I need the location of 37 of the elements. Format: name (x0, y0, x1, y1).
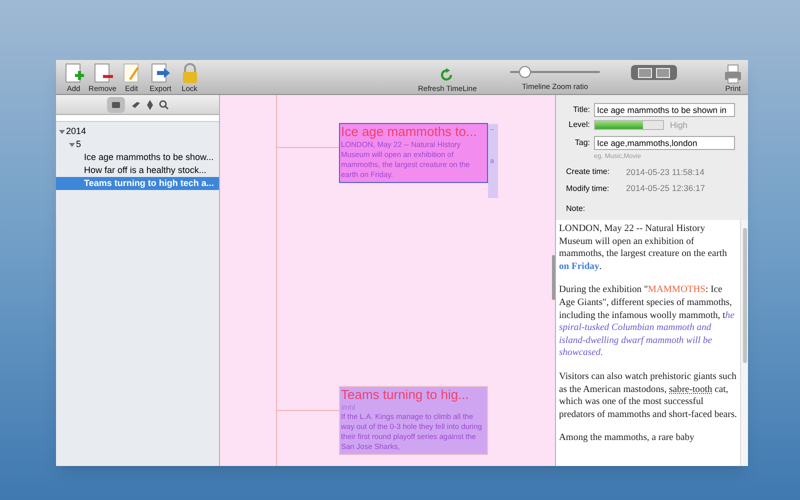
tree-item[interactable]: How far off is a healthy stock... (56, 164, 219, 177)
page-arrow-icon (150, 62, 172, 84)
card-title: Teams turning to hig... (341, 387, 470, 403)
notes-tab-icon[interactable] (106, 96, 124, 112)
slider-thumb[interactable] (519, 66, 532, 78)
printer-icon (724, 64, 742, 84)
card-title: Ice age mammoths to... (341, 124, 478, 140)
zoom-slider[interactable] (510, 66, 600, 78)
page-minus-icon (92, 62, 114, 84)
collapse-triangle-icon[interactable] (59, 128, 65, 134)
collapse-triangle-icon[interactable] (69, 142, 75, 148)
field-label: Title: (572, 104, 590, 116)
search-icon[interactable] (158, 100, 168, 110)
field-label: Create time: (566, 166, 611, 178)
note-text[interactable]: LONDON, May 22 -- Natural History Museum will open an exhibition of mammoths, the largest creature on the earth on Friday. During the exhibition "MAMMOTHS: Ice Age Giants", different species of mammoths, including the infamous woolly mammoth, the spiral-tusked Columbian mammoth and island-dwelling dwarf mammoth will be showcased. Visitors can also watch prehistoric giants such as the American mastodons, sabre-tooth cat, which was one of the most successful predators of mammoths and short-faced bears. Among the mammoths, a rare baby (556, 220, 740, 466)
field-label: Note: (566, 203, 586, 215)
connector-line (276, 147, 340, 148)
tree-group-label[interactable]: 5 (76, 138, 82, 152)
timestamp: 2014-05-25 12:36:17 (626, 182, 705, 195)
tree-group-label[interactable]: 2014 (66, 124, 86, 138)
tree-item[interactable]: Ice age mammoths to be show... (56, 151, 219, 164)
timeline-scrollbar-thumb[interactable] (552, 255, 555, 300)
tag-field[interactable]: Ice age,mammoths,london (594, 136, 735, 150)
tag-icon[interactable] (130, 100, 140, 108)
field-label: Modify time: (566, 182, 610, 195)
note-scrollbar[interactable] (740, 220, 748, 466)
connector-line (276, 410, 340, 411)
page-plus-icon (62, 62, 84, 84)
refresh-icon (440, 68, 454, 82)
field-label: Level: (568, 119, 590, 132)
field-label: Tag: (574, 136, 590, 149)
title-field[interactable]: Ice age mammoths to be shown in (594, 103, 735, 117)
pin-icon[interactable] (146, 100, 152, 110)
level-text: High (670, 119, 688, 132)
view-toggle[interactable] (631, 65, 677, 80)
tree-item[interactable]: Teams turning to high tech a... (56, 177, 219, 190)
timestamp: 2014-05-23 11:58:14 (626, 166, 704, 178)
